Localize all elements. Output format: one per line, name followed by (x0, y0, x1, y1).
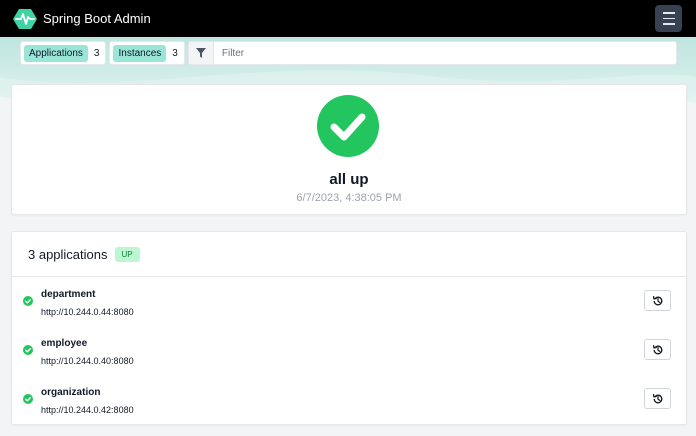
list-item-organization[interactable]: organization http://10.244.0.42:8080 (12, 383, 686, 429)
history-button[interactable] (644, 388, 671, 409)
applications-count-title: 3 applications (28, 246, 108, 262)
check-circle-icon (317, 95, 379, 157)
check-circle-icon (23, 345, 33, 355)
applications-label: Applications (24, 44, 88, 62)
applications-header: 3 applications UP (12, 232, 686, 277)
hamburger-menu-icon (662, 10, 675, 27)
applications-card: 3 applications UP department http://10.2… (11, 231, 687, 425)
history-icon (652, 344, 662, 354)
status-title: all up (329, 171, 369, 188)
menu-button[interactable] (655, 5, 682, 32)
list-item-department[interactable]: department http://10.244.0.44:8080 (12, 285, 686, 331)
application-url: http://10.244.0.42:8080 (41, 405, 134, 415)
check-circle-icon (23, 296, 33, 306)
history-button[interactable] (644, 290, 671, 311)
list-item-employee[interactable]: employee http://10.244.0.40:8080 (12, 334, 686, 380)
brand[interactable]: Spring Boot Admin (13, 8, 151, 30)
history-icon (652, 295, 662, 305)
filter-funnel-icon (188, 42, 214, 64)
history-button[interactable] (644, 339, 671, 360)
application-url: http://10.244.0.44:8080 (41, 307, 134, 317)
applications-filter-pill[interactable]: Applications 3 (20, 41, 107, 65)
status-badge: UP (114, 246, 140, 262)
instances-label: Instances (113, 44, 167, 62)
application-name: organization (41, 387, 101, 398)
filter-input[interactable] (219, 46, 676, 60)
instances-filter-pill[interactable]: Instances 3 (109, 41, 185, 65)
filter-field (187, 41, 677, 65)
app-title: Spring Boot Admin (43, 11, 151, 26)
instances-count: 3 (172, 47, 178, 59)
applications-count: 3 (93, 47, 100, 59)
status-card: all up 6/7/2023, 4:38:05 PM (11, 84, 687, 215)
application-name: employee (41, 338, 88, 349)
heartbeat-hexagon-icon (13, 8, 37, 29)
check-circle-icon (23, 394, 33, 404)
application-url: http://10.244.0.40:8080 (41, 356, 134, 366)
filter-toolbar: Applications 3 Instances 3 (20, 41, 677, 65)
status-timestamp: 6/7/2023, 4:38:05 PM (296, 192, 402, 204)
history-icon (652, 393, 662, 403)
application-name: department (41, 289, 96, 300)
top-navbar: Spring Boot Admin (0, 0, 696, 37)
